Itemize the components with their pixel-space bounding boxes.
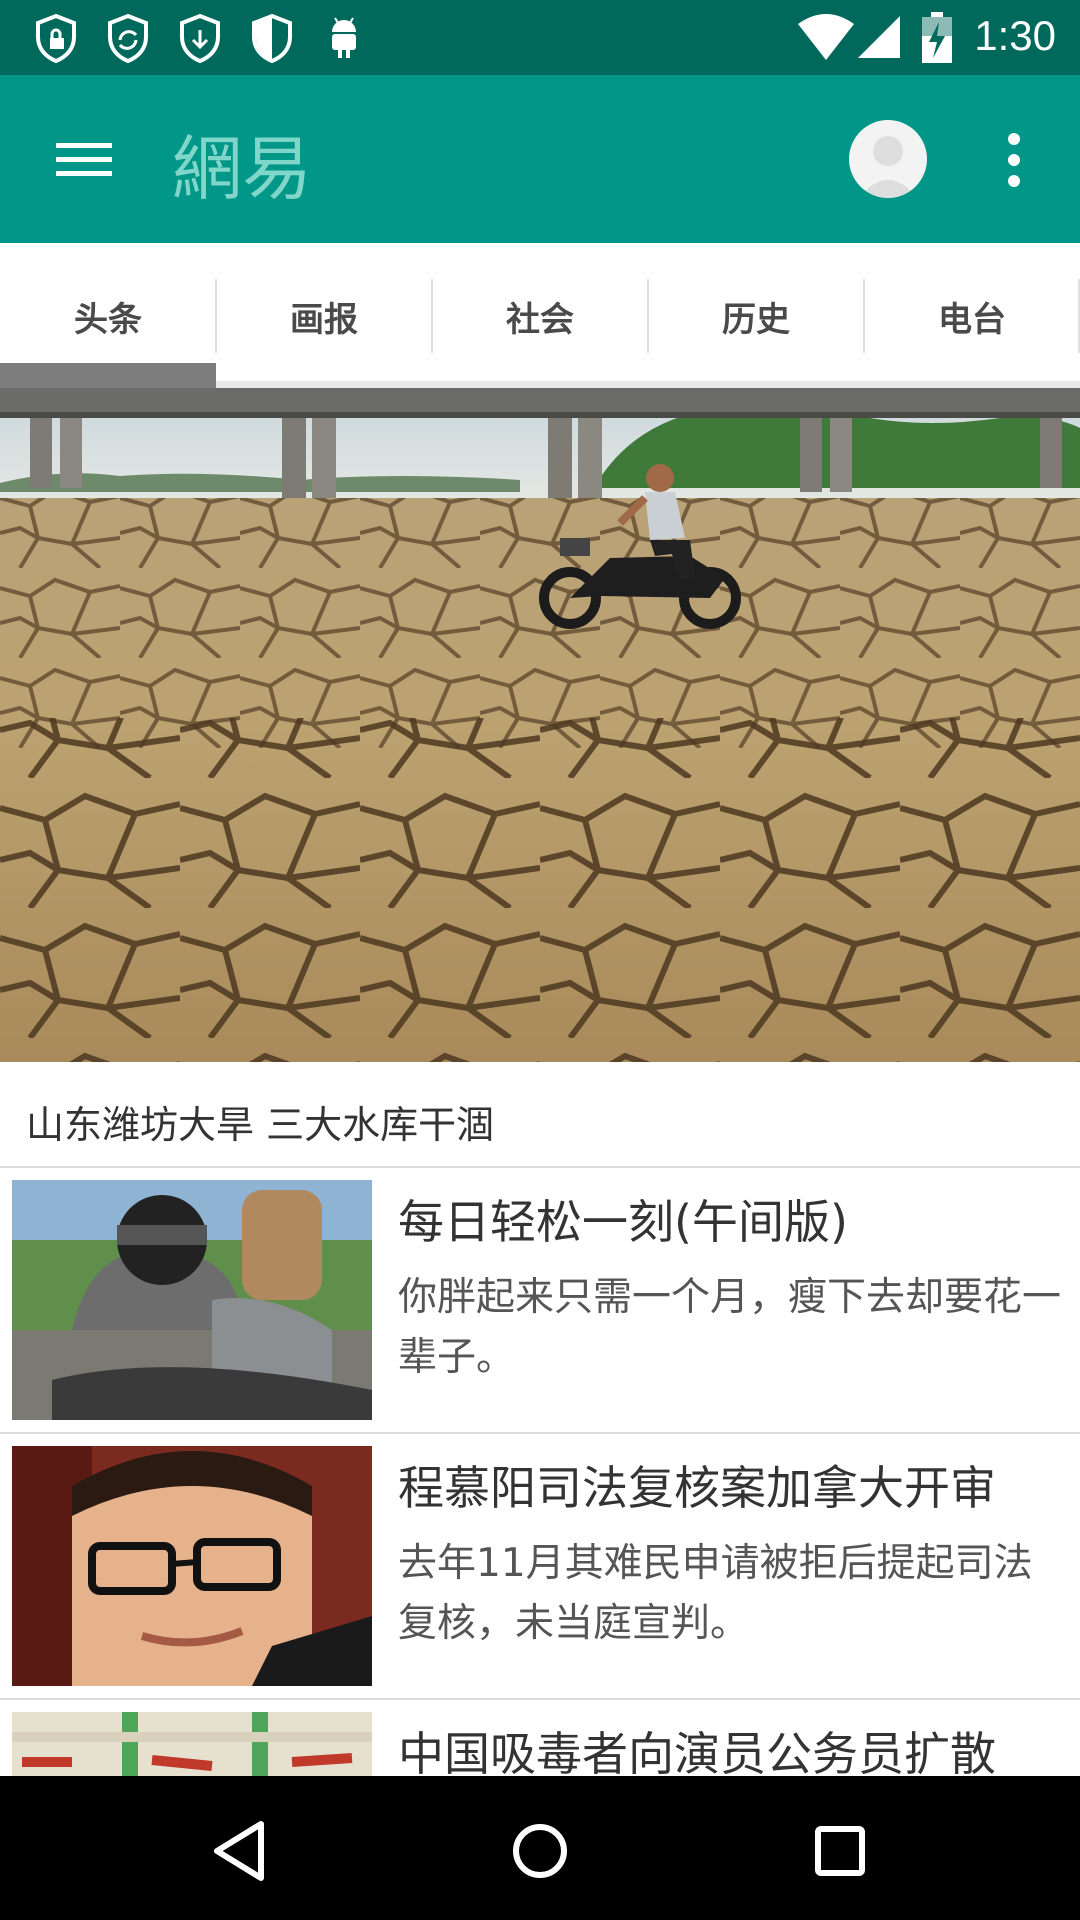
user-icon [859,136,917,198]
list-item[interactable]: 中国吸毒者向演员公务员扩散 [0,1700,1080,1776]
menu-button[interactable] [40,119,128,199]
more-options-button[interactable] [990,125,1038,195]
system-nav-bar [0,1776,1080,1920]
home-circle-icon [513,1824,567,1878]
tab-history[interactable]: 历史 [648,279,864,353]
shield-download-icon [180,13,220,64]
tab-headlines[interactable]: 头条 [0,279,216,353]
shield-sync-icon [108,13,148,64]
cell-signal-icon [858,16,900,58]
app-bar: 網易 [0,75,1080,243]
recents-button[interactable] [795,1806,885,1896]
tab-society[interactable]: 社会 [432,279,648,353]
hero-caption[interactable]: 山东潍坊大旱 三大水库干涸 [0,1062,1080,1168]
news-title: 程慕阳司法复核案加拿大开审 [398,1461,996,1515]
news-thumbnail [12,1180,372,1420]
status-bar: 1:30 [0,0,1080,75]
back-triangle-icon [214,1821,264,1881]
list-item[interactable]: 程慕阳司法复核案加拿大开审 去年11月其难民申请被拒后提起司法复核，未当庭宣判。 [0,1434,1080,1700]
hero-image[interactable] [0,388,1080,1062]
back-button[interactable] [195,1806,285,1896]
category-tabs: 头条 画报 社会 历史 电台 [0,243,1080,388]
home-button[interactable] [495,1806,585,1896]
list-item[interactable]: 每日轻松一刻(午间版) 你胖起来只需一个月，瘦下去却要花一辈子。 [0,1168,1080,1434]
tab-indicator [0,363,216,388]
avatar[interactable] [849,120,927,198]
news-thumbnail [12,1446,372,1686]
status-time: 1:30 [974,12,1056,59]
battery-charging-icon [922,12,952,63]
android-icon [332,17,356,58]
hero-caption-text: 山东潍坊大旱 三大水库干涸 [26,1103,495,1147]
shield-half-icon [252,13,292,64]
more-vert-icon [1008,133,1020,187]
news-title: 每日轻松一刻(午间版) [398,1195,848,1249]
news-description: 你胖起来只需一个月，瘦下去却要花一辈子。 [398,1275,1062,1380]
hamburger-icon [56,143,112,176]
news-description: 去年11月其难民申请被拒后提起司法复核，未当庭宣判。 [398,1541,1033,1646]
hero-photo [0,388,1080,1062]
recents-square-icon [815,1826,865,1876]
app-logo: 網易 [172,128,312,210]
tab-radio[interactable]: 电台 [864,279,1080,353]
news-thumbnail [12,1712,372,1776]
wifi-icon [798,14,854,60]
tab-pictorial[interactable]: 画报 [216,279,432,353]
shield-lock-icon [36,13,76,64]
news-title: 中国吸毒者向演员公务员扩散 [398,1727,996,1776]
